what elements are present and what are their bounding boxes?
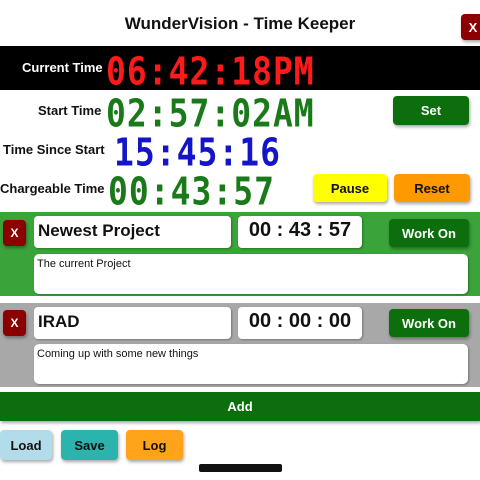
time-since-start-label: Time Since Start — [3, 142, 105, 157]
work-on-button[interactable]: Work On — [389, 309, 469, 337]
current-time-label: Current Time — [22, 60, 103, 75]
home-indicator[interactable] — [199, 464, 282, 472]
project-name-field[interactable]: IRAD — [34, 307, 231, 339]
save-button[interactable]: Save — [61, 430, 118, 460]
app-title: WunderVision - Time Keeper — [124, 14, 356, 33]
add-project-button[interactable]: Add — [0, 392, 480, 421]
project-description-field[interactable]: The current Project — [34, 254, 468, 294]
log-button[interactable]: Log — [126, 430, 183, 460]
start-time-label: Start Time — [38, 103, 102, 118]
project-description-field[interactable]: Coming up with some new things — [34, 344, 468, 384]
remove-project-button[interactable]: X — [3, 310, 26, 336]
remove-project-button[interactable]: X — [3, 220, 26, 246]
project-name-field[interactable]: Newest Project — [34, 216, 231, 248]
pause-button[interactable]: Pause — [313, 174, 387, 202]
reset-button[interactable]: Reset — [394, 174, 470, 202]
close-app-button[interactable]: X — [461, 14, 480, 40]
chargeable-time-display: 00:43:57 — [108, 169, 275, 214]
project-timer: 00 : 00 : 00 — [238, 307, 362, 339]
project-timer: 00 : 43 : 57 — [238, 216, 362, 248]
set-start-button[interactable]: Set — [393, 96, 469, 125]
load-button[interactable]: Load — [0, 430, 52, 460]
current-time-display: 06:42:18PM — [106, 49, 315, 94]
work-on-button[interactable]: Work On — [389, 219, 469, 247]
chargeable-time-label: Chargeable Time — [0, 181, 105, 196]
